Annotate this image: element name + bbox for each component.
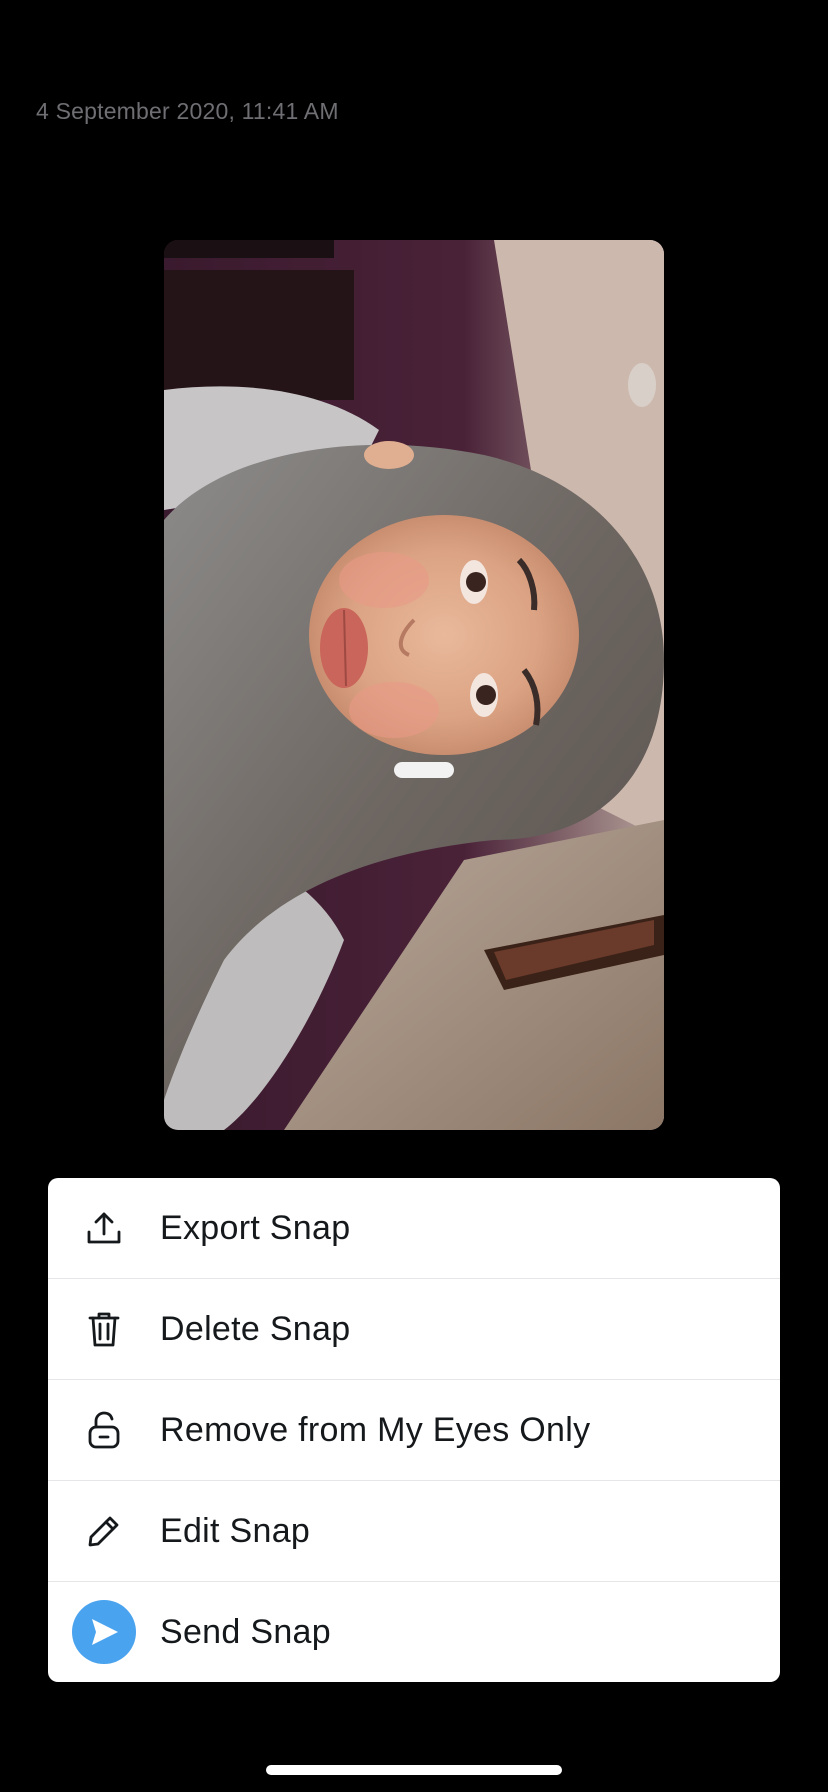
home-indicator[interactable] <box>266 1765 562 1775</box>
remove-from-my-eyes-only-button[interactable]: Remove from My Eyes Only <box>48 1379 780 1480</box>
snap-detail-screen: 4 September 2020, 11:41 AM Export Snap D… <box>0 0 828 1792</box>
send-icon <box>72 1600 136 1664</box>
snap-photo-preview[interactable] <box>164 240 664 1130</box>
snap-action-sheet: Export Snap Delete Snap Remove from My E… <box>48 1178 780 1682</box>
snap-photo <box>164 240 664 1130</box>
unlock-icon <box>48 1380 160 1480</box>
upload-icon <box>48 1178 160 1278</box>
delete-snap-label: Delete Snap <box>160 1309 351 1348</box>
edit-snap-button[interactable]: Edit Snap <box>48 1480 780 1581</box>
trash-icon <box>48 1279 160 1379</box>
snap-timestamp: 4 September 2020, 11:41 AM <box>36 98 339 124</box>
delete-snap-button[interactable]: Delete Snap <box>48 1278 780 1379</box>
export-snap-label: Export Snap <box>160 1208 351 1247</box>
remove-from-my-eyes-only-label: Remove from My Eyes Only <box>160 1410 591 1449</box>
send-icon-wrapper <box>48 1582 160 1682</box>
send-snap-label: Send Snap <box>160 1612 331 1651</box>
pencil-icon <box>48 1481 160 1581</box>
edit-snap-label: Edit Snap <box>160 1511 311 1550</box>
send-snap-button[interactable]: Send Snap <box>48 1581 780 1682</box>
export-snap-button[interactable]: Export Snap <box>48 1178 780 1278</box>
